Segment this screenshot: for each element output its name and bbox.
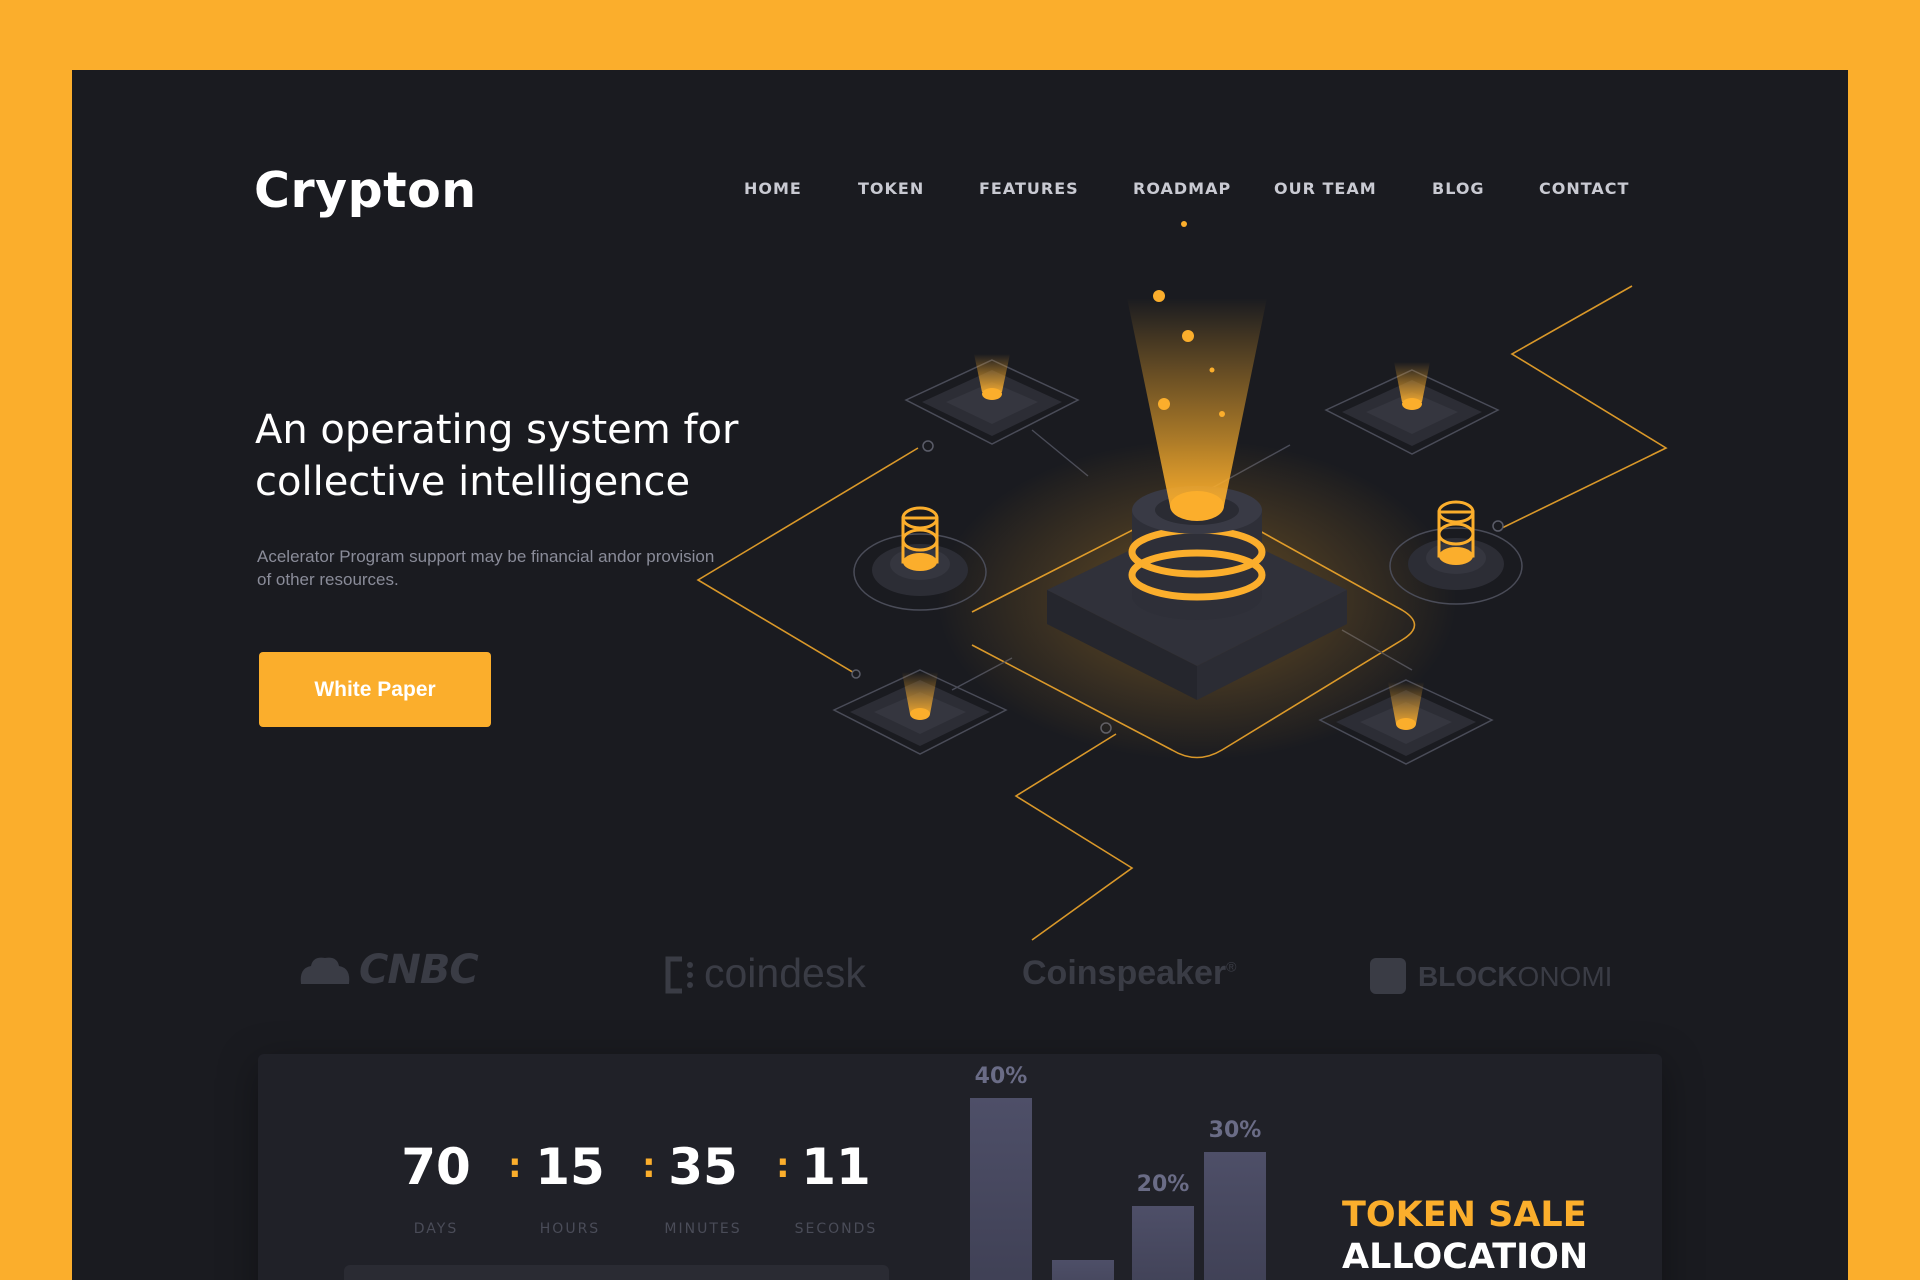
white-paper-button[interactable]: White Paper <box>259 652 491 727</box>
countdown-minutes-label: MINUTES <box>664 1221 742 1237</box>
countdown-seconds-label: SECONDS <box>794 1221 878 1237</box>
nav-item-roadmap[interactable]: ROADMAP <box>1133 179 1231 198</box>
allocation-bar <box>1052 1260 1114 1280</box>
countdown-hours-label: HOURS <box>539 1221 601 1237</box>
token-sale-title-line1: TOKEN SALE <box>1342 1195 1587 1235</box>
brand-logo[interactable]: Crypton <box>254 162 477 219</box>
nav-item-our-team[interactable]: OUR TEAM <box>1274 179 1377 198</box>
token-sale-title-line2: ALLOCATION <box>1342 1237 1589 1277</box>
token-sale-panel: 70 : 15 : 35 : 11 DAYS HOURS MINUTES SEC… <box>258 1054 1662 1280</box>
allocation-bar <box>1204 1152 1266 1280</box>
partner-coindesk-text: coindesk <box>704 950 866 996</box>
partner-blockonomi-bold: BLOCK <box>1418 961 1518 992</box>
countdown-seconds: 11 <box>801 1138 871 1196</box>
coindesk-mark-icon <box>665 956 693 994</box>
blockonomi-mark-icon <box>1370 958 1406 994</box>
nav-item-features[interactable]: FEATURES <box>979 179 1079 198</box>
registered-mark: ® <box>1226 958 1237 975</box>
hero-headline-line1: An operating system for <box>255 407 739 453</box>
partner-logo-coinspeaker[interactable]: Coinspeaker® <box>1022 954 1236 993</box>
allocation-bar-label: 40% <box>974 1064 1028 1089</box>
page-frame: Crypton HOME TOKEN FEATURES ROADMAP OUR … <box>72 70 1848 1280</box>
hero-subtext: Acelerator Program support may be financ… <box>257 547 715 589</box>
partner-logo-cnbc[interactable]: CNBC <box>297 947 479 993</box>
partner-blockonomi-thin: ONOMI <box>1517 961 1613 992</box>
nav-item-token[interactable]: TOKEN <box>858 179 924 198</box>
hero-headline-line2: collective intelligence <box>255 459 691 505</box>
nav-item-home[interactable]: HOME <box>744 179 802 198</box>
countdown-days: 70 <box>401 1138 471 1196</box>
cnbc-peacock-icon <box>300 957 350 984</box>
nav-active-indicator <box>1181 221 1187 227</box>
partner-cnbc-text: CNBC <box>359 947 479 993</box>
sale-progress-track <box>344 1265 889 1280</box>
partner-logo-blockonomi[interactable]: BLOCKONOMI <box>1370 958 1612 994</box>
countdown-minutes: 35 <box>668 1138 738 1196</box>
partner-logo-coindesk[interactable]: coindesk <box>662 950 866 997</box>
countdown-days-label: DAYS <box>413 1221 459 1237</box>
allocation-bar-label: 30% <box>1208 1118 1262 1143</box>
allocation-bar-label: 20% <box>1136 1172 1190 1197</box>
hero-headline: An operating system for collective intel… <box>255 404 875 508</box>
token-allocation-chart: 40% 20% 30% <box>958 1054 1318 1280</box>
nav-item-contact[interactable]: CONTACT <box>1539 179 1629 198</box>
allocation-bar <box>1132 1206 1194 1280</box>
nav-item-blog[interactable]: BLOG <box>1432 179 1485 198</box>
partner-coinspeaker-text: Coinspeaker <box>1022 954 1227 992</box>
allocation-bar <box>970 1098 1032 1280</box>
countdown-hours: 15 <box>535 1138 605 1196</box>
token-sale-title: TOKEN SALE ALLOCATION <box>1342 1194 1588 1278</box>
